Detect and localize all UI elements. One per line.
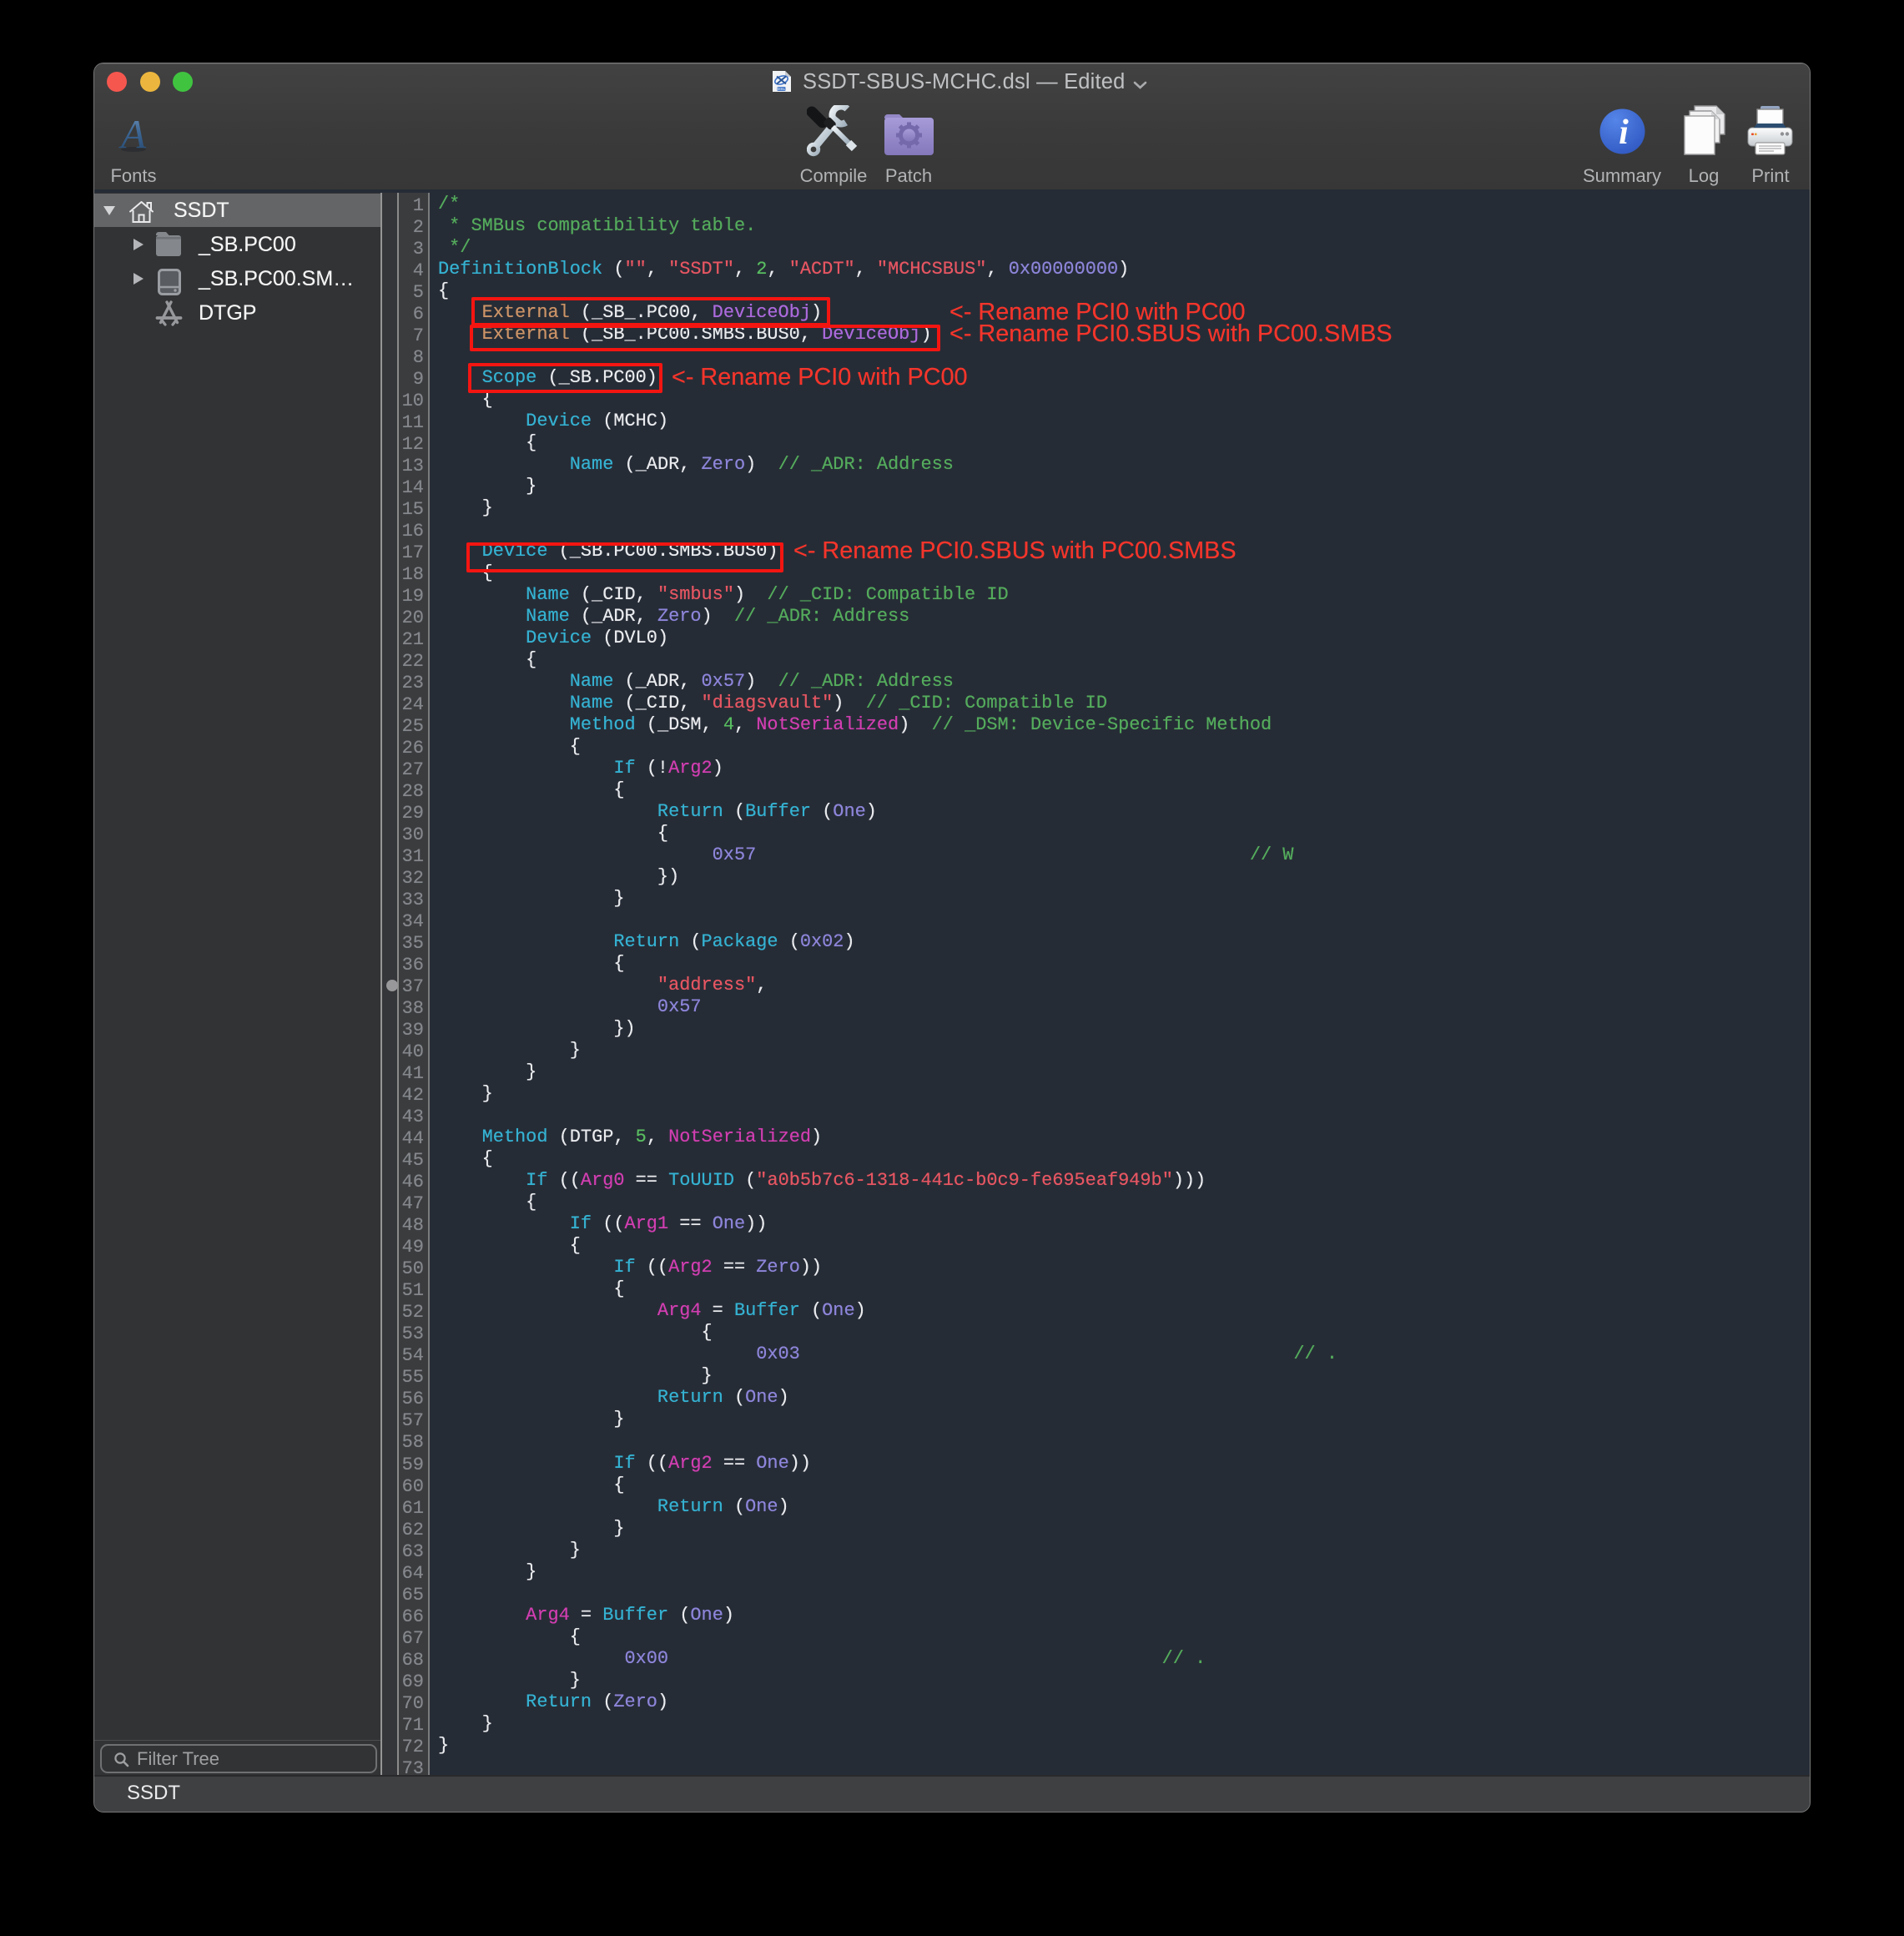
svg-text:i: i	[1619, 113, 1629, 152]
svg-text:A: A	[118, 113, 147, 154]
svg-text:DSL: DSL	[778, 87, 786, 91]
